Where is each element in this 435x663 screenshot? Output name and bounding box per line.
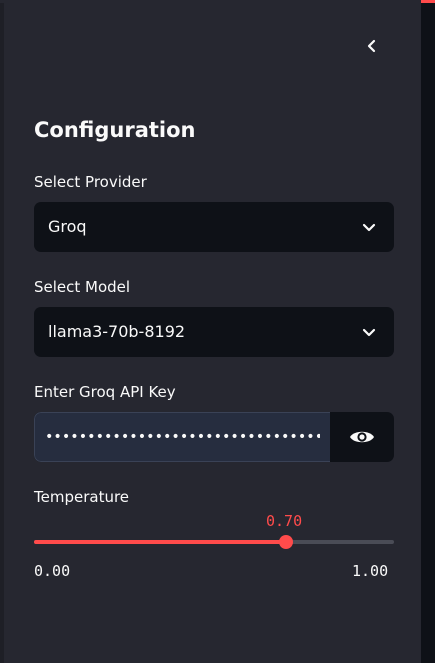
collapse-sidebar-button[interactable] <box>360 34 384 58</box>
slider-max-label: 1.00 <box>352 562 389 580</box>
slider-min-label: 0.00 <box>34 562 71 580</box>
api-key-input[interactable] <box>34 412 330 462</box>
model-select[interactable]: llama3-70b-8192 <box>34 307 394 357</box>
temperature-slider[interactable] <box>34 535 394 549</box>
provider-label: Select Provider <box>34 173 147 191</box>
sidebar-left-edge <box>0 3 4 663</box>
toggle-visibility-button[interactable] <box>330 412 394 462</box>
sidebar-title: Configuration <box>34 118 196 142</box>
eye-icon <box>350 431 374 443</box>
model-label: Select Model <box>34 278 131 296</box>
api-key-label: Enter Groq API Key <box>34 383 176 401</box>
api-key-field <box>34 412 394 462</box>
sidebar: Configuration Select Provider Groq Selec… <box>0 0 421 663</box>
model-selected-value: llama3-70b-8192 <box>48 322 186 341</box>
chevron-down-icon <box>362 328 376 337</box>
temperature-value: 0.70 <box>266 512 303 530</box>
chevron-left-icon <box>367 39 376 53</box>
provider-selected-value: Groq <box>48 217 87 236</box>
main-content-edge <box>421 3 435 663</box>
slider-fill <box>34 540 286 544</box>
chevron-down-icon <box>362 223 376 232</box>
slider-thumb[interactable] <box>279 535 293 549</box>
temperature-label: Temperature <box>34 488 130 506</box>
provider-select[interactable]: Groq <box>34 202 394 252</box>
